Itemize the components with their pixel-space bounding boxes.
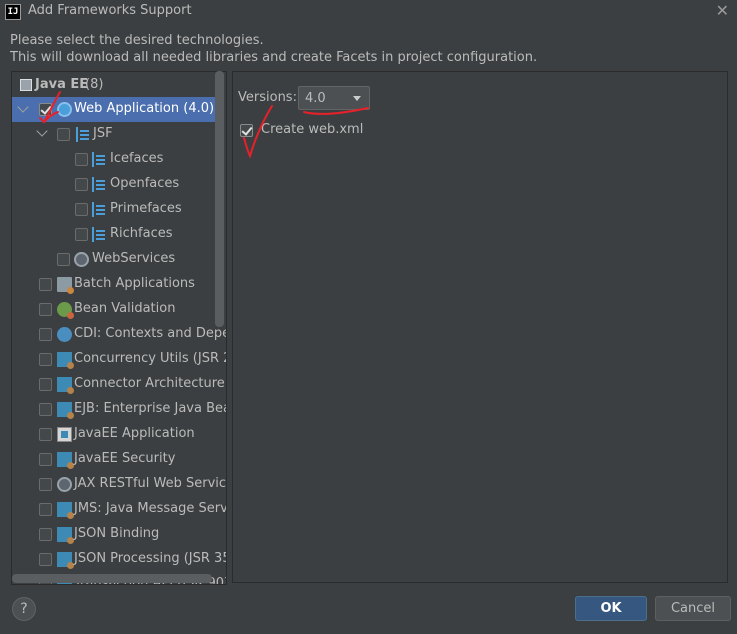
javaee-security-checkbox[interactable]: [39, 453, 52, 466]
description-line-1: Please select the desired technologies.: [10, 33, 264, 48]
module-icon: [57, 527, 74, 544]
framework-settings-panel: [232, 71, 728, 583]
tree-item-label: Icefaces: [110, 151, 164, 166]
jsf-icon: [92, 202, 107, 217]
concurrency-utils-checkbox[interactable]: [39, 353, 52, 366]
bean-icon: [57, 302, 74, 319]
ejb-checkbox[interactable]: [39, 403, 52, 416]
json-processing-checkbox[interactable]: [39, 553, 52, 566]
tree-item-label: Richfaces: [110, 226, 173, 241]
tree-item-label: JAX RESTful Web Services: [74, 476, 227, 491]
title-bar: IJ Add Frameworks Support ✕: [0, 0, 737, 24]
openfaces-checkbox[interactable]: [75, 178, 88, 191]
cdi-icon: [57, 327, 72, 342]
web-application-icon: [57, 102, 72, 117]
module-icon: [57, 552, 74, 569]
version-dropdown[interactable]: 4.0: [298, 86, 370, 110]
tree-item-label: CDI: Contexts and Depend: [74, 326, 226, 341]
batch-applications-checkbox[interactable]: [39, 278, 52, 291]
richfaces-checkbox[interactable]: [75, 228, 88, 241]
primefaces-checkbox[interactable]: [75, 203, 88, 216]
ok-button[interactable]: OK: [575, 596, 647, 621]
batch-icon: [57, 277, 74, 294]
webservices-checkbox[interactable]: [57, 253, 70, 266]
javaee-group-icon: [20, 79, 32, 91]
cancel-button[interactable]: Cancel: [655, 596, 731, 621]
intellij-icon: IJ: [5, 4, 21, 20]
cdi-checkbox[interactable]: [39, 328, 52, 341]
create-webxml-label: Create web.xml: [261, 122, 364, 137]
tree-horizontal-scrollbar[interactable]: [12, 574, 212, 583]
chevron-down-icon[interactable]: [36, 125, 48, 137]
module-icon: [57, 352, 74, 369]
close-icon[interactable]: ✕: [716, 1, 729, 20]
jsf-icon: [92, 152, 107, 167]
tree-item-label: Primefaces: [110, 201, 182, 216]
tree-item-web-application[interactable]: Web Application (4.0): [12, 97, 216, 122]
tree-item-label: JavaEE Application: [74, 426, 195, 441]
chevron-down-icon[interactable]: [17, 101, 29, 113]
help-button[interactable]: ?: [12, 597, 36, 621]
tree-item-label: Openfaces: [110, 176, 180, 191]
javaee-application-checkbox[interactable]: [39, 428, 52, 441]
create-webxml-checkbox[interactable]: [240, 124, 253, 137]
tree-item-label: Connector Architecture (JS: [74, 376, 226, 391]
module-icon: [57, 452, 74, 469]
bean-validation-checkbox[interactable]: [39, 303, 52, 316]
tree-item-label: Bean Validation: [74, 301, 176, 316]
jms-checkbox[interactable]: [39, 503, 52, 516]
tree-item-label: EJB: Enterprise Java Beans: [74, 401, 226, 416]
tree-item-label: JMS: Java Message Servic: [74, 501, 227, 516]
javaee-application-icon: [57, 427, 72, 442]
tree-group-javaee[interactable]: Java EE (8): [12, 73, 226, 98]
json-binding-checkbox[interactable]: [39, 528, 52, 541]
tree-item-label: JSF: [93, 126, 113, 141]
description-line-2: This will download all needed libraries …: [10, 50, 538, 65]
versions-label: Versions:: [238, 90, 297, 105]
connector-architecture-checkbox[interactable]: [39, 378, 52, 391]
module-icon: [57, 502, 74, 519]
tree-item-label: JavaEE Security: [74, 451, 176, 466]
web-application-checkbox[interactable]: [39, 103, 52, 116]
icefaces-checkbox[interactable]: [75, 153, 88, 166]
group-count: (8): [85, 77, 104, 92]
jsf-icon: [92, 177, 107, 192]
module-icon: [57, 402, 74, 419]
group-label: Java EE: [35, 77, 89, 92]
tree-item-label: JSON Binding: [74, 526, 160, 541]
jsf-checkbox[interactable]: [57, 128, 70, 141]
module-icon: [57, 377, 74, 394]
tree-item-label: Batch Applications: [74, 276, 195, 291]
window-title: Add Frameworks Support: [28, 3, 192, 18]
tree-item-label: Web Application (4.0): [74, 101, 215, 116]
globe-icon: [57, 477, 72, 492]
version-value: 4.0: [305, 91, 326, 106]
jax-restful-checkbox[interactable]: [39, 478, 52, 491]
tree-item-label: JSON Processing (JSR 353: [74, 551, 227, 566]
chevron-down-icon: [353, 96, 361, 101]
frameworks-tree[interactable]: Java EE (8) Web Application (4.0) JSF Ic…: [11, 71, 227, 585]
jsf-icon: [92, 227, 107, 242]
globe-icon: [74, 252, 89, 267]
tree-item-label: Concurrency Utils (JSR 236: [74, 351, 226, 366]
jsf-icon: [76, 127, 91, 142]
tree-vertical-scrollbar[interactable]: [215, 71, 224, 327]
tree-item-label: WebServices: [92, 251, 176, 266]
